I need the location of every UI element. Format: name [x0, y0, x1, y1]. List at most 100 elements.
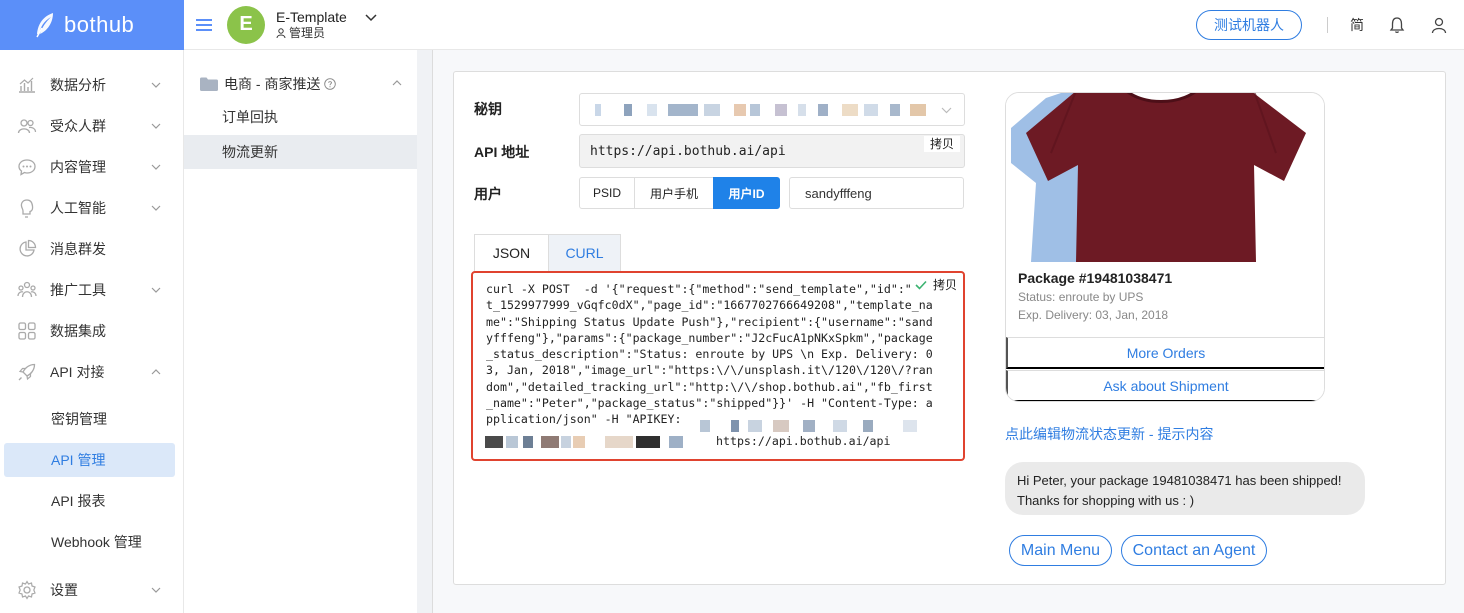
- code-snippet[interactable]: curl -X POST -d '{"request":{"method":"s…: [471, 271, 965, 461]
- brain-icon: [20, 199, 34, 218]
- sidebar-subitem-label: Webhook 管理: [51, 534, 142, 550]
- tshirt-image: [1006, 93, 1324, 262]
- chevron-down-icon: [151, 587, 161, 593]
- redacted-block: [523, 436, 533, 448]
- menu-toggle-icon[interactable]: [184, 0, 224, 50]
- tab-curl[interactable]: CURL: [548, 234, 621, 272]
- sidebar-item-label: 设置: [50, 582, 78, 598]
- sidebar-item-api[interactable]: API 对接: [0, 352, 184, 392]
- pie-chart-icon: [19, 239, 37, 257]
- redacted-block: [605, 436, 633, 448]
- brand-logo[interactable]: bothub: [0, 0, 184, 50]
- api-url-field[interactable]: https://api.bothub.ai/api: [579, 134, 965, 168]
- sidebar-item-broadcast[interactable]: 消息群发: [0, 229, 184, 269]
- quick-reply-contact-agent[interactable]: Contact an Agent: [1121, 535, 1267, 566]
- user-mode-id[interactable]: 用户ID: [713, 177, 780, 209]
- redacted-block: [669, 436, 683, 448]
- quick-reply-main-menu[interactable]: Main Menu: [1009, 535, 1112, 566]
- top-bar: E E-Template 管理员 测试机器人 简: [184, 0, 1464, 50]
- sidebar-item-integration[interactable]: 数据集成: [0, 311, 184, 351]
- sidebar-item-ai[interactable]: 人工智能: [0, 188, 184, 228]
- sidebar-subitem-api-report[interactable]: API 报表: [4, 484, 175, 518]
- redacted-block: [803, 420, 815, 432]
- sidebar-subitem-label: 密钥管理: [51, 411, 107, 427]
- copy-url-button[interactable]: 拷贝: [924, 136, 961, 152]
- main-sidebar: 数据分析 受众人群 内容管理 人工智能 消息群发 推广工具 数据集成 API 对…: [0, 50, 184, 613]
- brand-name: bothub: [64, 12, 135, 37]
- sidebar-item-label: 受众人群: [50, 118, 106, 134]
- sidebar-item-audience[interactable]: 受众人群: [0, 106, 184, 146]
- api-url-label: API 地址: [474, 144, 530, 160]
- bell-icon[interactable]: [1388, 16, 1406, 34]
- bar-chart-icon: [19, 77, 35, 93]
- help-circle-icon[interactable]: [324, 78, 337, 90]
- sidebar-item-label: 数据分析: [50, 77, 106, 93]
- chevron-down-icon[interactable]: [365, 13, 377, 22]
- redacted-block: [636, 436, 660, 448]
- ask-shipment-button[interactable]: Ask about Shipment: [1006, 370, 1324, 401]
- template-item-order-receipt[interactable]: 订单回执: [184, 100, 417, 134]
- grid-icon: [18, 322, 36, 340]
- bot-avatar[interactable]: E: [227, 5, 265, 44]
- bot-switcher[interactable]: E-Template 管理员: [276, 9, 347, 41]
- chevron-down-icon: [151, 205, 161, 211]
- redacted-block: [903, 420, 917, 432]
- redacted-block: [541, 436, 559, 448]
- message-bubble: Hi Peter, your package 19481038471 has b…: [1005, 462, 1365, 515]
- bot-role-label: 管理员: [289, 25, 326, 40]
- redacted-block: [595, 104, 601, 116]
- user-mode-psid[interactable]: PSID: [579, 177, 635, 209]
- template-group-header[interactable]: 电商 - 商家推送: [200, 74, 406, 94]
- redacted-block: [700, 420, 710, 432]
- sidebar-item-settings[interactable]: 设置: [0, 570, 184, 610]
- sidebar-item-analytics[interactable]: 数据分析: [0, 65, 184, 105]
- user-icon[interactable]: [1430, 16, 1448, 34]
- sidebar-item-label: 人工智能: [50, 200, 106, 216]
- test-bot-button[interactable]: 测试机器人: [1196, 10, 1302, 40]
- chevron-down-icon: [151, 82, 161, 88]
- sidebar-subitem-webhook[interactable]: Webhook 管理: [4, 525, 175, 559]
- sidebar-item-label: 消息群发: [50, 241, 106, 257]
- sidebar-subitem-keys[interactable]: 密钥管理: [4, 402, 175, 436]
- chevron-down-icon: [151, 164, 161, 170]
- redacted-block: [731, 420, 739, 432]
- tab-json[interactable]: JSON: [474, 234, 549, 272]
- redacted-block: [624, 104, 632, 116]
- folder-icon: [200, 77, 218, 91]
- more-orders-button[interactable]: More Orders: [1006, 337, 1324, 369]
- curl-url: https://api.bothub.ai/api: [716, 434, 891, 448]
- message-line: Thanks for shopping with us : ): [1017, 493, 1195, 508]
- message-line: Hi Peter, your package 19481038471 has b…: [1017, 473, 1342, 488]
- broadcast-users-icon: [17, 281, 37, 298]
- api-url-value: https://api.bothub.ai/api: [590, 143, 786, 159]
- package-exp-delivery: Exp. Delivery: 03, Jan, 2018: [1018, 308, 1169, 322]
- divider: [1327, 17, 1328, 33]
- package-card: Package #19481038471 Status: enroute by …: [1005, 92, 1325, 402]
- redacted-block: [864, 104, 878, 116]
- sidebar-item-promotion[interactable]: 推广工具: [0, 270, 184, 310]
- bot-role: 管理员: [276, 25, 347, 41]
- user-mode-phone[interactable]: 用户手机: [634, 177, 714, 209]
- redacted-block: [833, 420, 847, 432]
- chevron-up-icon[interactable]: [392, 80, 402, 86]
- redacted-block: [748, 420, 762, 432]
- user-id-input[interactable]: [789, 177, 964, 209]
- template-group-title: 电商 - 商家推送: [224, 76, 321, 92]
- package-status: Status: enroute by UPS: [1018, 290, 1144, 304]
- header-actions: 测试机器人 简: [1196, 0, 1464, 50]
- redacted-block: [818, 104, 828, 116]
- template-item-shipping-update[interactable]: 物流更新: [184, 135, 417, 169]
- package-title: Package #19481038471: [1018, 270, 1173, 286]
- secret-key-select[interactable]: [579, 93, 965, 126]
- redacted-block: [734, 104, 746, 116]
- user-label: 用户: [474, 186, 502, 202]
- sidebar-subitem-api-manage[interactable]: API 管理: [4, 443, 175, 477]
- redacted-block: [798, 104, 806, 116]
- language-switch[interactable]: 简: [1350, 15, 1364, 35]
- redacted-block: [890, 104, 900, 116]
- edit-prompt-link[interactable]: 点此编辑物流状态更新 - 提示内容: [1005, 424, 1213, 444]
- users-icon: [17, 119, 37, 134]
- redacted-block: [842, 104, 858, 116]
- copy-code-button[interactable]: 拷贝: [912, 276, 957, 293]
- sidebar-item-content[interactable]: 内容管理: [0, 147, 184, 187]
